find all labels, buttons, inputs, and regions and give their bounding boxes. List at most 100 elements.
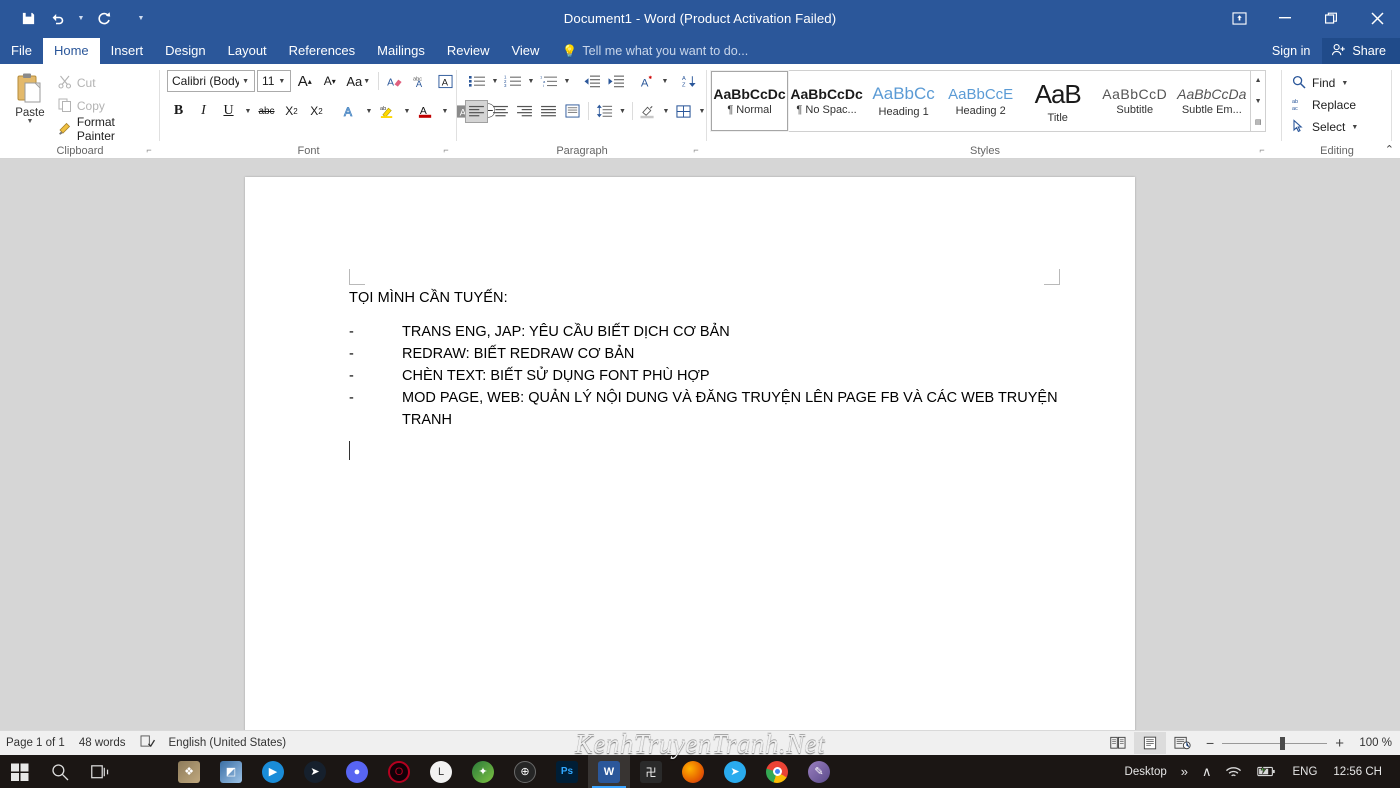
phonetic-guide-button[interactable]: abcA	[409, 70, 432, 93]
font-dialog-launcher[interactable]: ⌐	[440, 144, 452, 156]
borders-dropdown-icon[interactable]: ▼	[696, 100, 707, 123]
grow-font-button[interactable]: A▴	[293, 70, 316, 93]
paragraph-dialog-launcher[interactable]: ⌐	[690, 144, 702, 156]
start-button[interactable]	[0, 755, 40, 788]
taskbar-app-photoshop[interactable]: Ps	[546, 755, 588, 788]
replace-button[interactable]: abac Replace	[1290, 94, 1392, 116]
align-left-button[interactable]	[465, 100, 488, 123]
bullets-button[interactable]	[465, 70, 488, 93]
search-button[interactable]	[40, 755, 80, 788]
distributed-button[interactable]	[561, 100, 584, 123]
taskbar-app-paint[interactable]: ✎	[798, 755, 840, 788]
styles-scrollbar[interactable]: ▲ ▼ ▤	[1250, 71, 1265, 131]
zoom-in-button[interactable]: +	[1335, 735, 1344, 752]
taskbar-app-word[interactable]: W	[588, 755, 630, 788]
styles-scroll-down-icon[interactable]: ▼	[1251, 92, 1265, 111]
styles-dialog-launcher[interactable]: ⌐	[1256, 144, 1268, 156]
justify-button[interactable]	[537, 100, 560, 123]
sign-in-button[interactable]: Sign in	[1260, 38, 1323, 64]
bold-button[interactable]: B	[167, 100, 190, 123]
text-effects-button[interactable]: A	[338, 100, 361, 123]
document-text[interactable]: TỌI MÌNH CẦN TUYẾN: - TRANS ENG, JAP: YÊ…	[349, 290, 1060, 432]
font-name-combo[interactable]: Calibri (Body) ▼	[167, 70, 255, 92]
text-highlight-color-button[interactable]: ab	[376, 100, 399, 123]
style-normal[interactable]: AaBbCcDc ¶ Normal	[711, 71, 788, 131]
save-icon[interactable]	[14, 5, 42, 31]
align-center-button[interactable]	[489, 100, 512, 123]
customize-qat-icon[interactable]: ▼	[134, 5, 148, 31]
font-size-combo[interactable]: 11 ▼	[257, 70, 291, 92]
restore-icon[interactable]	[1308, 0, 1354, 36]
wifi-icon[interactable]	[1219, 755, 1248, 788]
bullets-dropdown-icon[interactable]: ▼	[489, 70, 500, 93]
taskbar-app-photo[interactable]: ❖	[168, 755, 210, 788]
style-no-spacing[interactable]: AaBbCcDc ¶ No Spac...	[788, 71, 865, 131]
tab-mailings[interactable]: Mailings	[366, 38, 436, 64]
taskbar-app-opera[interactable]: O	[378, 755, 420, 788]
tab-design[interactable]: Design	[154, 38, 216, 64]
task-view-button[interactable]	[80, 755, 120, 788]
taskbar-app-steam[interactable]: ➤	[294, 755, 336, 788]
change-case-button[interactable]: Aa▼	[343, 70, 373, 93]
tab-references[interactable]: References	[278, 38, 366, 64]
multilevel-list-button[interactable]: 1ai	[537, 70, 560, 93]
font-color-dropdown-icon[interactable]: ▼	[439, 100, 450, 123]
select-dropdown-icon[interactable]: ▼	[1351, 124, 1358, 131]
ribbon-display-options-icon[interactable]	[1216, 0, 1262, 36]
align-right-button[interactable]	[513, 100, 536, 123]
taskbar-app-telegram[interactable]: ➤	[714, 755, 756, 788]
style-heading-2[interactable]: AaBbCcE Heading 2	[942, 71, 1019, 131]
minimize-icon[interactable]	[1262, 0, 1308, 36]
shrink-font-button[interactable]: A▾	[318, 70, 341, 93]
underline-button[interactable]: U	[217, 100, 240, 123]
taskbar-app-picture[interactable]: ◩	[210, 755, 252, 788]
share-button[interactable]: Share	[1322, 38, 1400, 64]
read-mode-button[interactable]	[1102, 732, 1134, 754]
print-layout-button[interactable]	[1134, 732, 1166, 754]
increase-indent-button[interactable]	[604, 70, 627, 93]
chevron-down-icon[interactable]: ▼	[275, 78, 288, 85]
strikethrough-button[interactable]: abc	[255, 100, 278, 123]
decrease-indent-button[interactable]	[580, 70, 603, 93]
find-button[interactable]: Find ▼	[1290, 72, 1392, 94]
zoom-out-button[interactable]: −	[1206, 735, 1214, 751]
language-status[interactable]: English (United States)	[169, 737, 287, 749]
chevron-down-icon[interactable]: ▼	[239, 78, 252, 85]
tray-desktop-label[interactable]: Desktop	[1119, 755, 1173, 788]
shading-dropdown-icon[interactable]: ▼	[660, 100, 671, 123]
underline-dropdown-icon[interactable]: ▼	[242, 100, 253, 123]
zoom-level[interactable]: 100 %	[1352, 737, 1392, 749]
format-painter-button[interactable]: Format Painter	[54, 118, 160, 140]
taskbar-app-sai[interactable]: 卍	[630, 755, 672, 788]
taskbar-app-chrome[interactable]	[756, 755, 798, 788]
text-effects-dropdown-icon[interactable]: ▼	[363, 100, 374, 123]
numbering-button[interactable]: 123	[501, 70, 524, 93]
character-border-button[interactable]: A	[434, 70, 457, 93]
document-page[interactable]: TỌI MÌNH CẦN TUYẾN: - TRANS ENG, JAP: YÊ…	[245, 177, 1135, 730]
italic-button[interactable]: I	[192, 100, 215, 123]
paste-dropdown-icon[interactable]: ▼	[26, 119, 33, 125]
tray-clock[interactable]: 12:56 CH	[1327, 755, 1392, 788]
styles-more-icon[interactable]: ▤	[1251, 112, 1265, 131]
proofing-errors-icon[interactable]	[140, 735, 155, 751]
tell-me-search[interactable]: 💡 Tell me what you want to do...	[562, 38, 748, 64]
sort-button[interactable]: AZ	[678, 70, 701, 93]
taskbar-app-lightshot[interactable]: L	[420, 755, 462, 788]
multilevel-dropdown-icon[interactable]: ▼	[561, 70, 572, 93]
cut-button[interactable]: Cut	[54, 72, 160, 94]
superscript-button[interactable]: X2	[305, 100, 328, 123]
font-color-button[interactable]: A	[414, 100, 437, 123]
highlight-dropdown-icon[interactable]: ▼	[401, 100, 412, 123]
tray-overflow-icon[interactable]: »	[1175, 755, 1194, 788]
tab-layout[interactable]: Layout	[217, 38, 278, 64]
taskbar-app-unikey[interactable]: ✦	[462, 755, 504, 788]
line-spacing-dropdown-icon[interactable]: ▼	[617, 100, 628, 123]
style-heading-1[interactable]: AaBbCc Heading 1	[865, 71, 942, 131]
numbering-dropdown-icon[interactable]: ▼	[525, 70, 536, 93]
word-count[interactable]: 48 words	[79, 737, 126, 749]
find-dropdown-icon[interactable]: ▼	[1341, 80, 1348, 87]
taskbar-app-world[interactable]: ⊕	[504, 755, 546, 788]
subscript-button[interactable]: X2	[280, 100, 303, 123]
line-spacing-button[interactable]	[593, 100, 616, 123]
redo-icon[interactable]	[90, 5, 118, 31]
